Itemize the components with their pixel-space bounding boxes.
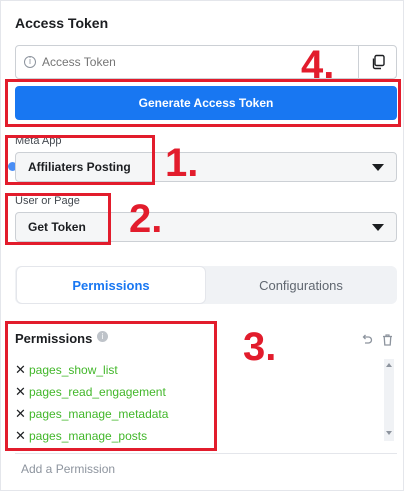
- chevron-down-icon: [372, 164, 384, 171]
- copy-icon: [372, 54, 385, 70]
- undo-icon[interactable]: [361, 334, 373, 346]
- annotation-box-2: [5, 193, 111, 245]
- annotation-number-1: 1.: [165, 141, 199, 185]
- info-icon: i: [24, 56, 36, 68]
- access-token-field: i: [15, 45, 397, 79]
- scroll-up-icon[interactable]: [386, 363, 392, 367]
- tab-configurations[interactable]: Configurations: [206, 266, 396, 304]
- add-permission-field: [15, 453, 397, 483]
- trash-icon[interactable]: [382, 334, 393, 346]
- access-token-panel: Access Token i Generate Access Token Met…: [0, 0, 404, 491]
- scrollbar[interactable]: [384, 359, 394, 441]
- tab-permissions[interactable]: Permissions: [16, 266, 206, 304]
- chevron-down-icon: [372, 224, 384, 231]
- annotation-box-4: [5, 79, 401, 127]
- scroll-down-icon[interactable]: [386, 431, 392, 435]
- copy-button[interactable]: [358, 46, 396, 78]
- annotation-number-3: 3.: [243, 325, 277, 369]
- annotation-box-3: [5, 321, 217, 451]
- tab-bar: Permissions Configurations: [15, 266, 397, 304]
- panel-title: Access Token: [15, 15, 109, 31]
- annotation-box-1: [5, 135, 155, 185]
- annotation-number-4: 4.: [301, 43, 335, 87]
- add-permission-input[interactable]: [21, 461, 321, 476]
- annotation-number-2: 2.: [129, 197, 163, 241]
